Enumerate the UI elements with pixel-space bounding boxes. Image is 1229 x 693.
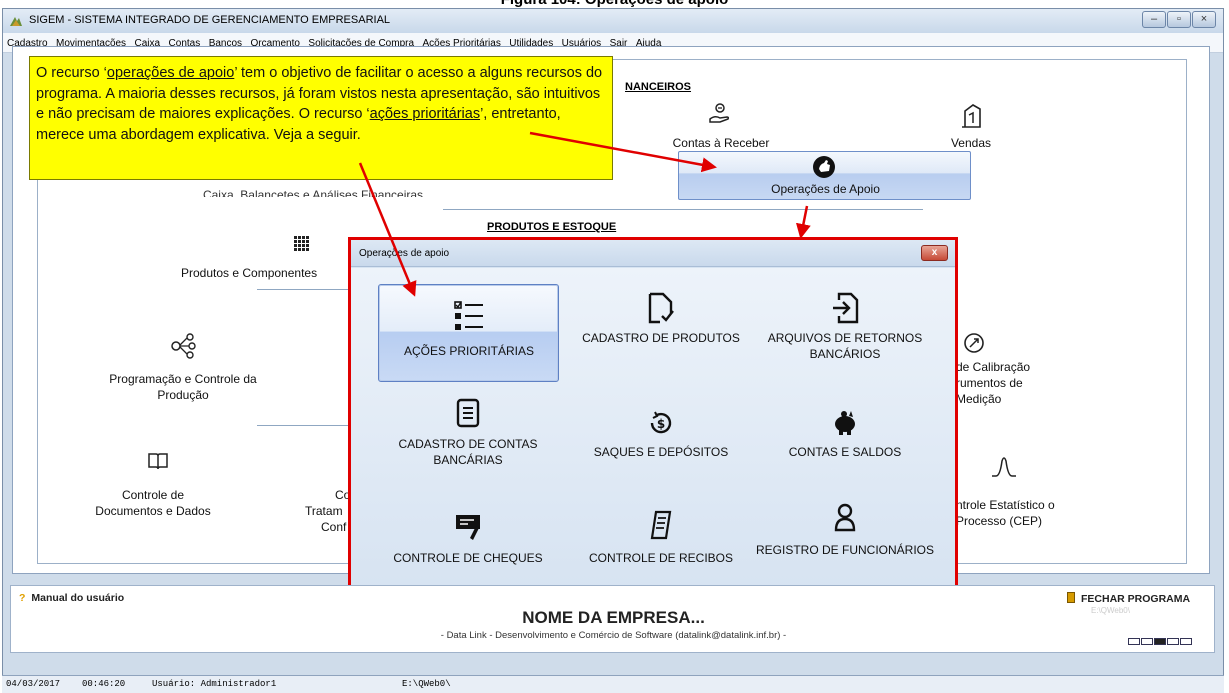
- cheque-icon: [378, 512, 558, 552]
- bottom-panel: ? Manual do usuário FECHAR PROGRAMA E:\QW…: [10, 585, 1215, 653]
- theme-swatch[interactable]: [1141, 638, 1153, 645]
- separator-line: [443, 209, 923, 210]
- tile-label: AÇÕES PRIORITÁRIAS: [403, 344, 535, 358]
- receipt-icon: [571, 510, 751, 550]
- hand-money-icon: [705, 101, 735, 131]
- manual-usuario-link[interactable]: ? Manual do usuário: [19, 592, 124, 604]
- tile-acoes-prioritarias[interactable]: AÇÕES PRIORITÁRIAS: [378, 284, 559, 382]
- tile-label: ARQUIVOS DE RETORNOS BANCÁRIOS: [767, 331, 923, 361]
- fechar-programa-button[interactable]: FECHAR PROGRAMA: [1067, 592, 1190, 605]
- controle-documentos-link[interactable]: Controle de Documentos e Dados: [93, 487, 213, 519]
- cep-link[interactable]: ntrole Estatístico o Processo (CEP): [956, 497, 1076, 529]
- caixa-balancetes-link[interactable]: Caixa, Balancetes e Análises Financeiras: [163, 187, 463, 197]
- tile-label: SAQUES E DEPÓSITOS: [593, 445, 729, 459]
- separator-line: [257, 289, 349, 290]
- section-financeiros-title: NANCEIROS: [625, 81, 692, 93]
- tile-arquivos-retornos[interactable]: ARQUIVOS DE RETORNOS BANCÁRIOS: [755, 284, 935, 384]
- callout-link-acoes: ações prioritárias: [369, 106, 481, 122]
- vendas-link[interactable]: Vendas: [921, 135, 1021, 151]
- svg-text:$: $: [657, 417, 665, 431]
- tile-label: REGISTRO DE FUNCIONÁRIOS: [755, 543, 934, 557]
- theme-swatch[interactable]: [1128, 638, 1140, 645]
- network-nodes-icon: [167, 333, 201, 365]
- dialog-body: AÇÕES PRIORITÁRIAS CADASTRO DE PRODUTOS …: [351, 268, 955, 612]
- fechar-label: FECHAR PROGRAMA: [1081, 593, 1191, 605]
- close-window-button[interactable]: ×: [1192, 11, 1216, 28]
- vendor-info: - Data Link - Desenvolvimento e Comércio…: [440, 630, 787, 641]
- tile-label: CONTAS E SALDOS: [788, 445, 902, 459]
- status-user: Usuário: Administrador1: [152, 679, 277, 689]
- dialog-close-button[interactable]: x: [921, 245, 948, 261]
- gauge-icon: [959, 331, 989, 361]
- theme-swatch[interactable]: [1167, 638, 1179, 645]
- callout-box: O recurso ‘operações de apoio’ tem o obj…: [29, 56, 613, 180]
- theme-swatch[interactable]: [1180, 638, 1192, 645]
- calibracao-link[interactable]: de Calibração rumentos de Medição: [956, 359, 1056, 407]
- dialog-title: Operações de apoio: [359, 248, 450, 259]
- bell-curve-icon: [989, 457, 1019, 483]
- page-title: Figura 104: Operações de apoio: [0, 0, 1229, 8]
- window-titlebar: SIGEM - SISTEMA INTEGRADO DE GERENCIAMEN…: [3, 9, 1223, 33]
- callout-link-operacoes: operações de apoio: [106, 65, 235, 81]
- person-icon: [755, 502, 935, 542]
- status-date: 04/03/2017: [6, 679, 61, 689]
- manual-label: Manual do usuário: [31, 592, 125, 604]
- tile-label: CONTROLE DE CHEQUES: [393, 551, 543, 565]
- tile-label: CONTROLE DE RECIBOS: [588, 551, 734, 565]
- contas-receber-link[interactable]: Contas à Receber: [651, 135, 791, 151]
- color-theme-selector[interactable]: [1127, 632, 1192, 650]
- callout-text-1: O recurso ‘: [36, 65, 107, 81]
- tile-label: CADASTRO DE CONTAS BANCÁRIAS: [398, 437, 538, 467]
- list-document-icon: [378, 398, 558, 438]
- tile-label: CADASTRO DE PRODUTOS: [582, 331, 740, 345]
- operacoes-apoio-label: Operações de Apoio: [771, 182, 880, 196]
- tile-cadastro-produtos[interactable]: CADASTRO DE PRODUTOS: [571, 284, 751, 384]
- separator-line: [257, 425, 349, 426]
- app-logo-icon: [10, 17, 22, 26]
- grid-icon: [287, 235, 317, 258]
- tile-saques-depositos[interactable]: $ SAQUES E DEPÓSITOS: [571, 398, 751, 498]
- programacao-producao-link[interactable]: Programação e Controle da Produção: [103, 371, 263, 403]
- operacoes-apoio-button[interactable]: Operações de Apoio: [678, 151, 971, 200]
- status-bar: 04/03/2017 00:46:20 Usuário: Administrad…: [2, 675, 1224, 693]
- status-path: E:\QWeb0\: [402, 679, 451, 689]
- tile-contas-saldos[interactable]: CONTAS E SALDOS: [755, 398, 935, 498]
- operacoes-apoio-dialog: Operações de apoio x AÇÕES PRIORITÁRIAS …: [348, 237, 958, 615]
- produtos-componentes-link[interactable]: Produtos e Componentes: [181, 265, 361, 281]
- hand-thumbs-icon: [813, 156, 835, 178]
- section-produtos-estoque-title: PRODUTOS E ESTOQUE: [487, 221, 617, 233]
- document-check-icon: [571, 292, 751, 332]
- theme-swatch[interactable]: [1154, 638, 1166, 645]
- help-question-icon: ?: [19, 592, 26, 604]
- maximize-button[interactable]: ▫: [1167, 11, 1191, 28]
- checklist-icon: [379, 299, 559, 339]
- book-icon: [143, 451, 173, 477]
- file-import-icon: [755, 292, 935, 332]
- dialog-titlebar: Operações de apoio x: [351, 240, 955, 267]
- company-name: NOME DA EMPRESA...: [522, 608, 705, 627]
- door-exit-icon: [1067, 592, 1075, 603]
- window-title: SIGEM - SISTEMA INTEGRADO DE GERENCIAMEN…: [29, 14, 391, 26]
- sales-chart-icon: [956, 103, 986, 135]
- tile-cadastro-contas-bancarias[interactable]: CADASTRO DE CONTAS BANCÁRIAS: [378, 398, 558, 498]
- status-time: 00:46:20: [82, 679, 126, 689]
- minimize-button[interactable]: –: [1142, 11, 1166, 28]
